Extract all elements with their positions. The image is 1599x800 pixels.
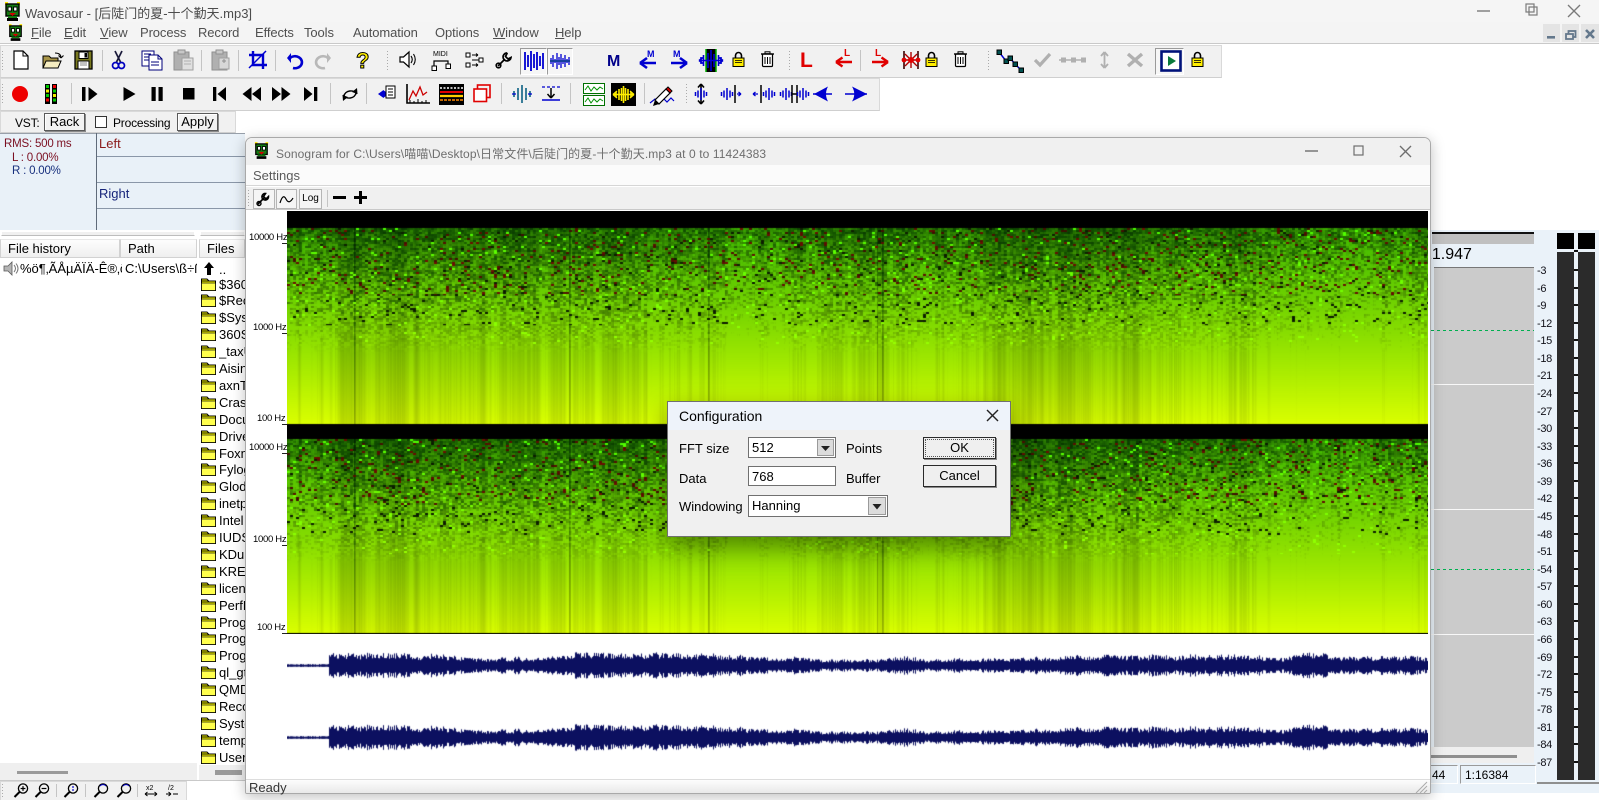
svg-text:MIDI: MIDI [433,51,448,58]
svg-text:x2: x2 [146,785,154,792]
svg-text:L: L [844,48,850,59]
svg-text:?: ? [356,48,369,73]
svg-text:M: M [647,49,655,59]
svg-text:L: L [800,49,813,72]
svg-text:M: M [607,53,620,70]
svg-text:/2: /2 [168,785,174,792]
svg-text:M: M [673,49,681,59]
svg-text:L: L [875,48,881,59]
